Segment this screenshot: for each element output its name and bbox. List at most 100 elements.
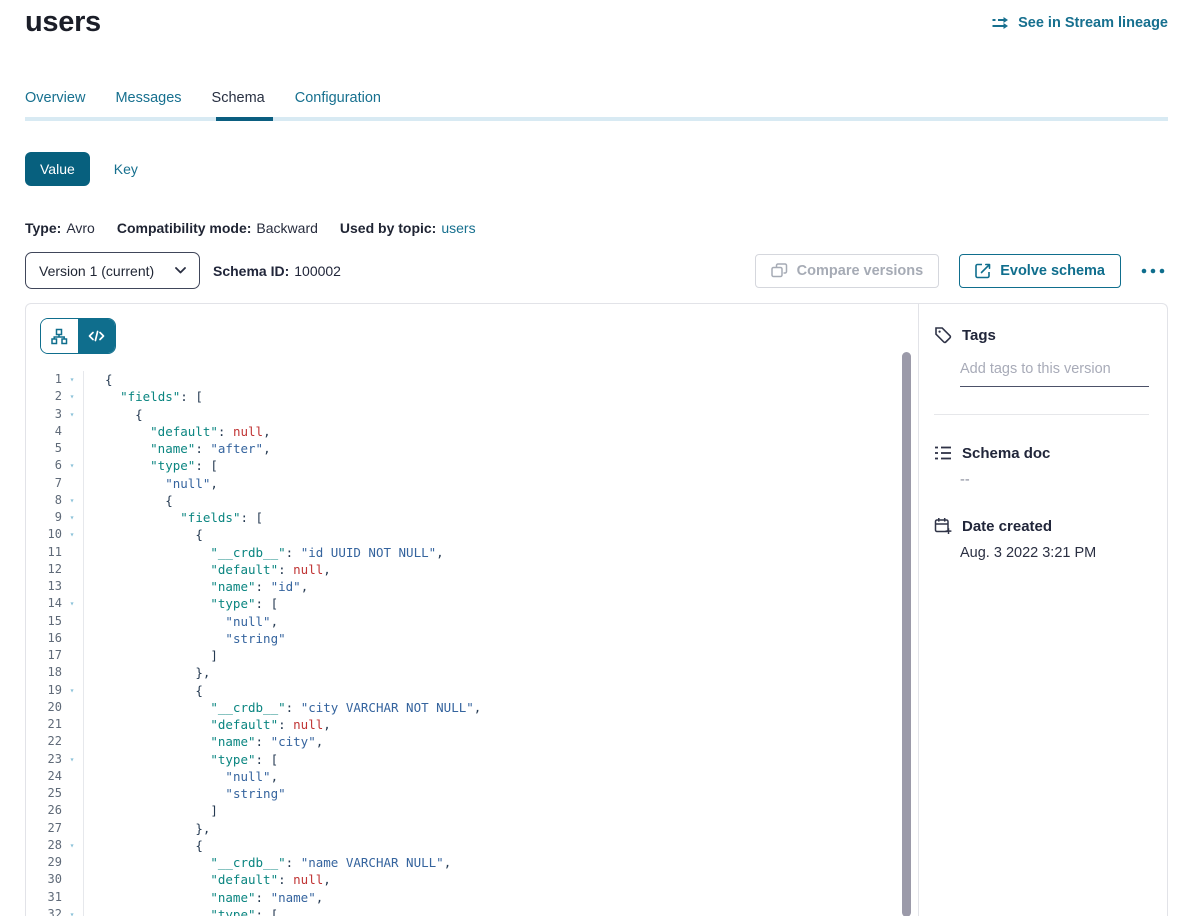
tab-active-underline bbox=[216, 117, 273, 121]
fold-toggle-icon[interactable]: ▾ bbox=[62, 595, 82, 612]
calendar-plus-icon bbox=[934, 517, 952, 535]
fold-toggle-icon[interactable]: ▾ bbox=[62, 906, 82, 916]
line-number: 7 bbox=[26, 475, 62, 492]
code-line: 4 "default": null, bbox=[26, 423, 918, 440]
line-number: 26 bbox=[26, 802, 62, 819]
code-line: 22 "name": "city", bbox=[26, 733, 918, 750]
version-select[interactable]: Version 1 (current) bbox=[25, 252, 200, 289]
code-line: 1▾{ bbox=[26, 371, 918, 388]
page-title: users bbox=[25, 6, 101, 39]
date-created-section-header: Date created bbox=[934, 517, 1149, 535]
schema-meta-row: Type: Avro Compatibility mode: Backward … bbox=[25, 220, 476, 236]
fold-toggle-icon[interactable]: ▾ bbox=[62, 837, 82, 854]
code-text: }, bbox=[84, 820, 210, 837]
version-select-value: Version 1 (current) bbox=[39, 263, 154, 279]
line-number: 32 bbox=[26, 906, 62, 916]
edit-schema-icon bbox=[975, 263, 991, 279]
fold-toggle-icon[interactable]: ▾ bbox=[62, 371, 82, 388]
code-view-button[interactable] bbox=[78, 319, 115, 353]
line-number: 29 bbox=[26, 854, 62, 871]
code-text: "name": "id", bbox=[84, 578, 308, 595]
code-line: 10▾ { bbox=[26, 526, 918, 543]
code-line: 26 ] bbox=[26, 802, 918, 819]
tab-overview[interactable]: Overview bbox=[25, 90, 85, 106]
schema-editor: 1▾{2▾ "fields": [3▾ {4 "default": null,5… bbox=[26, 304, 918, 916]
list-icon bbox=[934, 444, 952, 462]
code-text: { bbox=[84, 371, 113, 388]
scrollbar-thumb[interactable] bbox=[902, 352, 911, 916]
see-in-stream-lineage-link[interactable]: See in Stream lineage bbox=[991, 15, 1168, 31]
code-line: 17 ] bbox=[26, 647, 918, 664]
fold-toggle-icon[interactable]: ▾ bbox=[62, 751, 82, 768]
line-number: 2 bbox=[26, 388, 62, 405]
topic-link[interactable]: users bbox=[441, 220, 475, 236]
code-text: "default": null, bbox=[84, 423, 271, 440]
line-number: 5 bbox=[26, 440, 62, 457]
type-label: Type: bbox=[25, 220, 61, 236]
line-number: 14 bbox=[26, 595, 62, 612]
fold-toggle-icon[interactable]: ▾ bbox=[62, 406, 82, 423]
schema-id-label: Schema ID: bbox=[213, 263, 289, 279]
code-text: "__crdb__": "id UUID NOT NULL", bbox=[84, 544, 444, 561]
code-text: "name": "name", bbox=[84, 889, 323, 906]
code-line: 32▾ "type": [ bbox=[26, 906, 918, 916]
tab-messages[interactable]: Messages bbox=[115, 90, 181, 106]
tags-section-header: Tags bbox=[934, 326, 1149, 344]
code-line: 23▾ "type": [ bbox=[26, 751, 918, 768]
schema-panel: 1▾{2▾ "fields": [3▾ {4 "default": null,5… bbox=[25, 303, 1168, 916]
code-line: 30 "default": null, bbox=[26, 871, 918, 888]
code-line: 8▾ { bbox=[26, 492, 918, 509]
code-line: 14▾ "type": [ bbox=[26, 595, 918, 612]
add-tags-input[interactable] bbox=[960, 357, 1149, 387]
schema-id: Schema ID: 100002 bbox=[213, 263, 341, 279]
tab-bar: Overview Messages Schema Configuration bbox=[25, 90, 381, 106]
code-text: "null", bbox=[84, 613, 278, 630]
compare-versions-button[interactable]: Compare versions bbox=[755, 254, 940, 288]
code-text: "name": "city", bbox=[84, 733, 323, 750]
tab-underline-track bbox=[25, 117, 1168, 121]
code-text: "default": null, bbox=[84, 871, 331, 888]
code-line: 15 "null", bbox=[26, 613, 918, 630]
fold-toggle-icon[interactable]: ▾ bbox=[62, 526, 82, 543]
code-text: { bbox=[84, 837, 203, 854]
schema-page: users See in Stream lineage Overview Mes… bbox=[0, 0, 1189, 916]
more-options-button[interactable] bbox=[1138, 264, 1168, 278]
tree-view-icon bbox=[51, 328, 68, 345]
line-number: 8 bbox=[26, 492, 62, 509]
tree-view-button[interactable] bbox=[41, 319, 78, 353]
fold-toggle-icon[interactable]: ▾ bbox=[62, 388, 82, 405]
line-number: 3 bbox=[26, 406, 62, 423]
line-number: 9 bbox=[26, 509, 62, 526]
evolve-schema-button[interactable]: Evolve schema bbox=[959, 254, 1121, 288]
code-line: 19▾ { bbox=[26, 682, 918, 699]
stream-lineage-icon bbox=[991, 16, 1010, 30]
fold-toggle-icon[interactable]: ▾ bbox=[62, 682, 82, 699]
key-tab-button[interactable]: Key bbox=[114, 161, 138, 177]
chevron-down-icon bbox=[175, 267, 186, 274]
line-number: 13 bbox=[26, 578, 62, 595]
code-line: 21 "default": null, bbox=[26, 716, 918, 733]
code-text: { bbox=[84, 492, 173, 509]
schema-doc-value: -- bbox=[960, 472, 1149, 488]
type-value: Avro bbox=[66, 220, 95, 236]
used-by-topic-label: Used by topic: bbox=[340, 220, 436, 236]
tab-configuration[interactable]: Configuration bbox=[295, 90, 381, 106]
line-number: 20 bbox=[26, 699, 62, 716]
code-line: 11 "__crdb__": "id UUID NOT NULL", bbox=[26, 544, 918, 561]
code-text: { bbox=[84, 682, 203, 699]
code-line: 18 }, bbox=[26, 664, 918, 681]
tag-icon bbox=[934, 326, 952, 344]
code-text: "type": [ bbox=[84, 751, 278, 768]
fold-toggle-icon[interactable]: ▾ bbox=[62, 492, 82, 509]
line-number: 18 bbox=[26, 664, 62, 681]
line-number: 1 bbox=[26, 371, 62, 388]
line-number: 17 bbox=[26, 647, 62, 664]
fold-toggle-icon[interactable]: ▾ bbox=[62, 509, 82, 526]
tab-schema[interactable]: Schema bbox=[212, 90, 265, 106]
fold-toggle-icon[interactable]: ▾ bbox=[62, 457, 82, 474]
value-tab-button[interactable]: Value bbox=[25, 152, 90, 186]
code-text: "__crdb__": "city VARCHAR NOT NULL", bbox=[84, 699, 481, 716]
code-line: 3▾ { bbox=[26, 406, 918, 423]
code-text: }, bbox=[84, 664, 210, 681]
schema-doc-title: Schema doc bbox=[962, 445, 1050, 462]
